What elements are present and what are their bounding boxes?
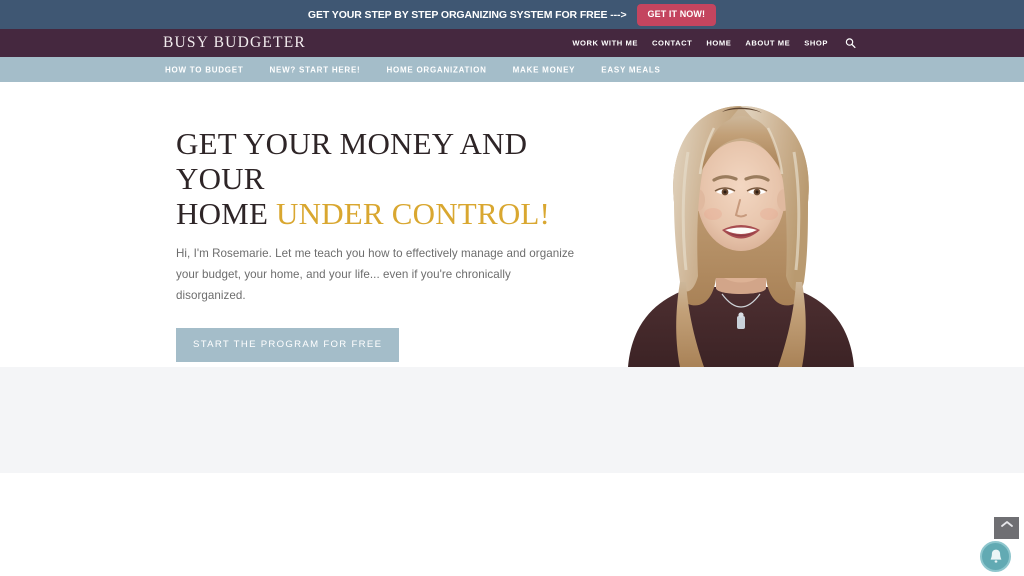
secondary-navigation: HOW TO BUDGET NEW? START HERE! HOME ORGA…: [165, 65, 661, 74]
content-section-gray: [0, 367, 1024, 473]
hero-copy: GET YOUR MONEY AND YOUR HOME UNDER CONTR…: [176, 126, 596, 362]
site-header: BUSY BUDGETER WORK WITH ME CONTACT HOME …: [0, 29, 1024, 57]
main-navigation: WORK WITH ME CONTACT HOME ABOUT ME SHOP: [572, 38, 856, 49]
nav-item-home[interactable]: HOME: [706, 39, 731, 48]
promo-banner: GET YOUR STEP BY STEP ORGANIZING SYSTEM …: [0, 0, 1024, 29]
search-icon[interactable]: [845, 38, 856, 49]
subnav-item-how-to-budget[interactable]: HOW TO BUDGET: [165, 65, 244, 74]
hero-headline: GET YOUR MONEY AND YOUR HOME UNDER CONTR…: [176, 126, 596, 231]
nav-item-about-me[interactable]: ABOUT ME: [745, 39, 790, 48]
content-section-white: [0, 473, 1024, 576]
subnav-item-home-organization[interactable]: HOME ORGANIZATION: [386, 65, 486, 74]
start-program-button[interactable]: START THE PROGRAM FOR FREE: [176, 328, 400, 362]
notification-bell-button[interactable]: [980, 541, 1011, 572]
hero-section: GET YOUR MONEY AND YOUR HOME UNDER CONTR…: [0, 82, 1024, 367]
site-logo[interactable]: BUSY BUDGETER: [163, 34, 306, 52]
secondary-navigation-bar: HOW TO BUDGET NEW? START HERE! HOME ORGA…: [0, 57, 1024, 82]
nav-item-contact[interactable]: CONTACT: [652, 39, 692, 48]
hero-headline-line1: GET YOUR MONEY AND YOUR: [176, 126, 528, 196]
subnav-item-easy-meals[interactable]: EASY MEALS: [601, 65, 660, 74]
nav-item-work-with-me[interactable]: WORK WITH ME: [572, 39, 638, 48]
get-it-now-button[interactable]: GET IT NOW!: [636, 3, 717, 26]
subnav-item-make-money[interactable]: MAKE MONEY: [513, 65, 576, 74]
hero-subtext: Hi, I'm Rosemarie. Let me teach you how …: [176, 247, 575, 302]
subnav-item-new-start-here[interactable]: NEW? START HERE!: [270, 65, 361, 74]
scroll-to-top-button[interactable]: [994, 517, 1019, 539]
hero-portrait-photo: [618, 82, 864, 367]
page-root: GET YOUR STEP BY STEP ORGANIZING SYSTEM …: [0, 0, 1024, 576]
nav-item-shop[interactable]: SHOP: [804, 39, 828, 48]
promo-text: GET YOUR STEP BY STEP ORGANIZING SYSTEM …: [307, 8, 627, 21]
hero-headline-accent: UNDER CONTROL!: [276, 196, 551, 231]
hero-headline-line2-plain: HOME: [176, 196, 277, 231]
